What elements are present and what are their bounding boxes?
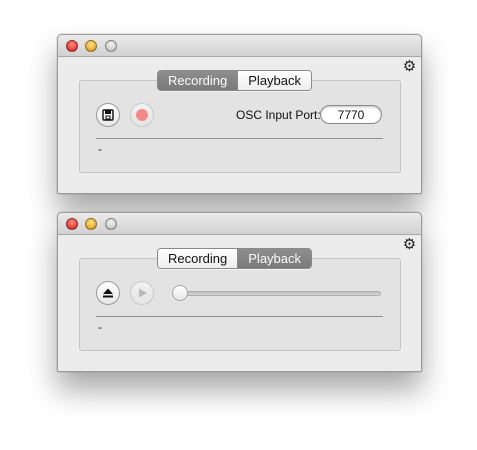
playback-slider-track[interactable] <box>178 291 381 296</box>
playback-slider-knob[interactable] <box>172 285 188 301</box>
minimize-button[interactable] <box>85 218 97 230</box>
zoom-button[interactable] <box>105 218 117 230</box>
tab-recording[interactable]: Recording <box>158 71 238 90</box>
gear-icon[interactable]: ⚙ <box>402 237 417 252</box>
minimize-button[interactable] <box>85 40 97 52</box>
save-button[interactable] <box>96 103 120 127</box>
tab-playback[interactable]: Playback <box>237 249 312 268</box>
zoom-button[interactable] <box>105 40 117 52</box>
record-button[interactable] <box>130 103 154 127</box>
save-icon <box>102 109 114 121</box>
divider <box>96 138 383 139</box>
tab-bar: Recording Playback <box>157 70 313 91</box>
tab-playback[interactable]: Playback <box>237 71 312 90</box>
eject-button[interactable] <box>96 281 120 305</box>
eject-icon <box>103 288 113 298</box>
tab-recording[interactable]: Recording <box>158 249 238 268</box>
playback-panel <box>79 258 401 351</box>
close-button[interactable] <box>66 40 78 52</box>
osc-port-label: OSC Input Port: <box>236 108 321 122</box>
osc-port-input[interactable] <box>320 105 382 124</box>
close-button[interactable] <box>66 218 78 230</box>
status-text: - <box>98 142 102 156</box>
divider <box>96 316 383 317</box>
recording-window: ⚙ Recording Playback OSC Input Port: - <box>57 34 422 194</box>
title-bar[interactable] <box>58 35 421 57</box>
status-text: - <box>98 320 102 334</box>
play-button[interactable] <box>130 281 154 305</box>
playback-window: ⚙ Recording Playback - <box>57 212 422 372</box>
recording-panel <box>79 80 401 173</box>
tab-bar: Recording Playback <box>157 248 313 269</box>
title-bar[interactable] <box>58 213 421 235</box>
gear-icon[interactable]: ⚙ <box>402 59 417 74</box>
record-icon <box>136 109 148 121</box>
play-icon <box>139 288 147 298</box>
